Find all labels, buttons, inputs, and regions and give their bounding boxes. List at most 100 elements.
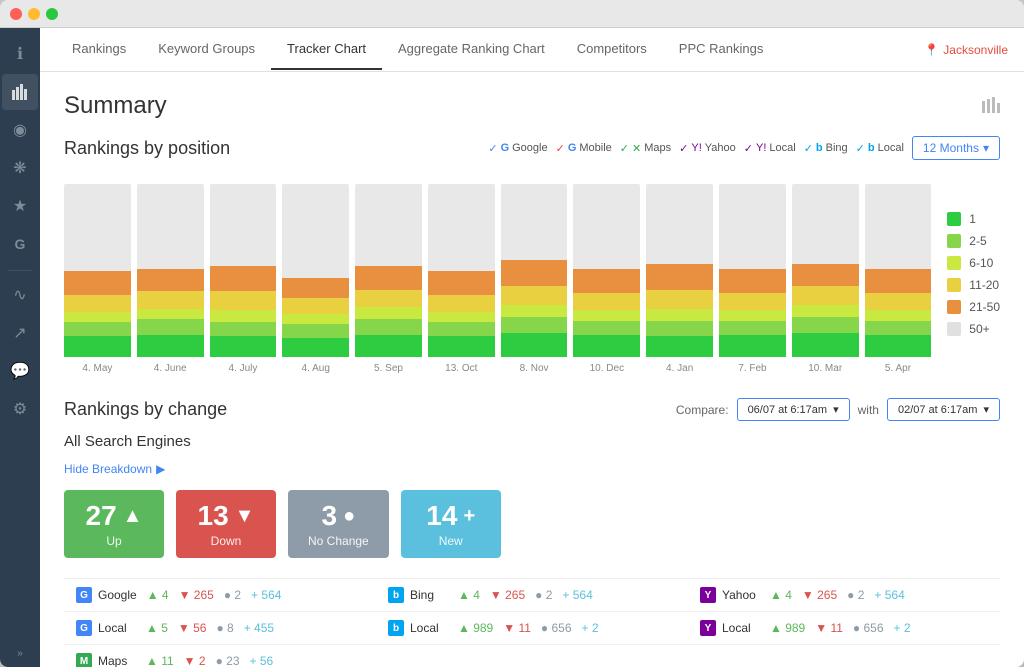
- tab-competitors[interactable]: Competitors: [561, 29, 663, 70]
- stat-up: ▲ 5: [146, 621, 168, 635]
- compare-label: Compare:: [676, 403, 729, 417]
- summary-title: Summary: [64, 92, 167, 120]
- bar-label: 4. Jan: [666, 363, 693, 374]
- bar-label: 4. Aug: [302, 363, 330, 374]
- stat-down: ▼ 2: [184, 654, 206, 667]
- stat-nc: ● 23: [216, 654, 240, 667]
- compare-date1-btn[interactable]: 06/07 at 6:17am ▾: [737, 398, 850, 421]
- bar-group: 8. Nov: [501, 184, 568, 374]
- sidebar-expand-btn[interactable]: »: [17, 648, 23, 659]
- sidebar-icon-settings[interactable]: ⚙: [2, 391, 38, 427]
- engine-name: G Local: [76, 620, 136, 636]
- stat-arrow-icon: ▲: [123, 505, 143, 528]
- change-header: Rankings by change Compare: 06/07 at 6:1…: [64, 398, 1000, 421]
- tab-aggregate[interactable]: Aggregate Ranking Chart: [382, 29, 561, 70]
- sidebar-icon-info[interactable]: ℹ: [2, 36, 38, 72]
- engine-logo: Y: [700, 587, 716, 603]
- bar-group: 13. Oct: [428, 184, 495, 374]
- sidebar-icon-wave[interactable]: ∿: [2, 277, 38, 313]
- stat-arrow-icon: ●: [343, 505, 355, 528]
- engine-logo: G: [76, 620, 92, 636]
- stat-number: 27 ▲: [86, 500, 143, 532]
- engine-badge-google: ✓ G Google: [488, 142, 547, 155]
- legend-color: [947, 300, 961, 314]
- summary-chart-icon: [982, 92, 1000, 120]
- bar-label: 4. May: [82, 363, 112, 374]
- bar-group: 4. June: [137, 184, 204, 374]
- bar-group: 5. Sep: [355, 184, 422, 374]
- sidebar-icon-chart[interactable]: [2, 74, 38, 110]
- legend-item: 50+: [947, 322, 1000, 336]
- tab-tracker-chart[interactable]: Tracker Chart: [271, 29, 382, 70]
- stat-card-nochange: 3 ● No Change: [288, 490, 389, 558]
- chart-legend: 12-56-1011-2021-5050+: [947, 174, 1000, 374]
- chevron-down-icon: ▾: [983, 403, 989, 416]
- engine-badge-maps: ✓ ✕ Maps: [620, 142, 671, 155]
- bar-label: 13. Oct: [445, 363, 477, 374]
- engine-badge-local-b: ✓ b Local: [856, 142, 904, 155]
- legend-color: [947, 234, 961, 248]
- rankings-change-section: Rankings by change Compare: 06/07 at 6:1…: [64, 398, 1000, 667]
- stat-arrow-icon: +: [463, 505, 475, 528]
- legend-item: 11-20: [947, 278, 1000, 292]
- tab-rankings[interactable]: Rankings: [56, 29, 142, 70]
- stat-new: + 2: [582, 621, 599, 635]
- bar-label: 10. Mar: [808, 363, 842, 374]
- breakdown-table: G Google ▲ 4 ▼ 265 ● 2 + 564 b Bing ▲ 4 …: [64, 578, 1000, 667]
- sidebar-icon-paw[interactable]: ❋: [2, 150, 38, 186]
- legend-color: [947, 212, 961, 226]
- stat-nc: ● 8: [216, 621, 233, 635]
- stat-number: 13 ▼: [198, 500, 255, 532]
- stat-up: ▲ 4: [770, 588, 792, 602]
- minimize-btn[interactable]: [28, 8, 40, 20]
- stat-nc: ● 2: [535, 588, 552, 602]
- engine-badge-mobile: ✓ G Mobile: [556, 142, 612, 155]
- legend-item: 1: [947, 212, 1000, 226]
- stat-arrow-icon: ▼: [235, 505, 255, 528]
- legend-color: [947, 322, 961, 336]
- chart-container: 4. May 4. June 4. July 4. Aug 5. Sep 13. Oct 8…: [64, 174, 1000, 374]
- stat-new: + 564: [251, 588, 281, 602]
- engine-name: b Bing: [388, 587, 448, 603]
- all-search-engines-label: All Search Engines: [64, 433, 1000, 450]
- bar-group: 10. Dec: [573, 184, 640, 374]
- breakdown-row: G Local ▲ 5 ▼ 56 ● 8 + 455: [64, 612, 376, 645]
- engine-logo: M: [76, 653, 92, 667]
- bar-label: 5. Sep: [374, 363, 403, 374]
- stat-label: Down: [211, 534, 242, 548]
- tab-bar: Rankings Keyword Groups Tracker Chart Ag…: [40, 28, 1024, 72]
- engine-name: Y Local: [700, 620, 760, 636]
- sidebar-icon-star[interactable]: ★: [2, 188, 38, 224]
- tab-keyword-groups[interactable]: Keyword Groups: [142, 29, 271, 70]
- stat-nc: ● 2: [847, 588, 864, 602]
- stat-number: 3 ●: [322, 500, 356, 532]
- scroll-area[interactable]: Summary Rankings by position: [40, 72, 1024, 667]
- hide-breakdown-btn[interactable]: Hide Breakdown ▶: [64, 462, 1000, 476]
- bar-group: 4. July: [210, 184, 277, 374]
- maximize-btn[interactable]: [46, 8, 58, 20]
- bar-label: 4. June: [154, 363, 187, 374]
- bar-group: 4. Jan: [646, 184, 713, 374]
- stat-new: + 56: [250, 654, 274, 667]
- location-badge: 📍 Jacksonville: [924, 43, 1008, 57]
- bar-label: 8. Nov: [520, 363, 549, 374]
- sidebar-icon-graph[interactable]: ↗: [2, 315, 38, 351]
- bar-label: 7. Feb: [738, 363, 766, 374]
- tab-ppc[interactable]: PPC Rankings: [663, 29, 780, 70]
- breakdown-row: M Maps ▲ 11 ▼ 2 ● 23 + 56: [64, 645, 376, 667]
- months-filter-btn[interactable]: 12 Months ▾: [912, 136, 1000, 160]
- breakdown-row: G Google ▲ 4 ▼ 265 ● 2 + 564: [64, 579, 376, 612]
- stat-cards: 27 ▲ Up 13 ▼ Down 3 ● No Change 14 + New: [64, 490, 1000, 558]
- stat-new: + 2: [894, 621, 911, 635]
- compare-date2-btn[interactable]: 02/07 at 6:17am ▾: [887, 398, 1000, 421]
- stat-new: + 564: [562, 588, 592, 602]
- chevron-down-icon: ▾: [833, 403, 839, 416]
- legend-item: 6-10: [947, 256, 1000, 270]
- arrow-right-icon: ▶: [156, 462, 165, 476]
- sidebar-icon-chat[interactable]: 💬: [2, 353, 38, 389]
- sidebar-icon-location[interactable]: ◉: [2, 112, 38, 148]
- bar-label: 5. Apr: [885, 363, 911, 374]
- close-btn[interactable]: [10, 8, 22, 20]
- stat-card-new: 14 + New: [401, 490, 501, 558]
- sidebar-icon-google[interactable]: G: [2, 226, 38, 262]
